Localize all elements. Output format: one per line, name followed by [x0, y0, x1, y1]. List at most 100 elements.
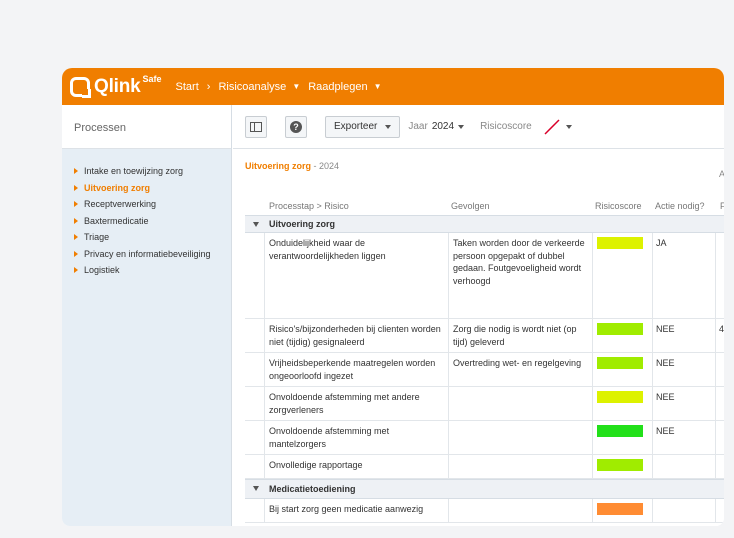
- collapse-triangle-icon: [253, 222, 259, 227]
- caret-down-icon: [458, 124, 465, 129]
- sidebar-item-label: Privacy en informatiebeveiliging: [84, 248, 211, 259]
- risk-score-swatch: [597, 459, 643, 471]
- risk-score-swatch: [597, 323, 643, 335]
- column-header-more[interactable]: F: [720, 201, 724, 211]
- help-button[interactable]: ?: [285, 115, 307, 138]
- column-divider: [448, 421, 449, 454]
- table-row[interactable]: Onduidelijkheid waar de verantwoordelijk…: [245, 233, 724, 319]
- column-divider: [592, 499, 593, 522]
- column-header-consequences[interactable]: Gevolgen: [451, 201, 490, 211]
- sidebar-item-logistiek[interactable]: Logistiek: [62, 262, 231, 279]
- column-divider: [448, 233, 449, 318]
- sidebar-item-receptverwerking[interactable]: Receptverwerking: [62, 196, 231, 213]
- column-divider: [592, 455, 593, 478]
- table-row[interactable]: Bij start zorg geen medicatie aanwezig: [245, 499, 724, 523]
- sidebar-item-label: Uitvoering zorg: [84, 182, 151, 193]
- top-navigation-bar: Qlink Safe Start › Risicoanalyse ▼ Raadpl…: [62, 68, 724, 105]
- caret-right-icon: [74, 168, 78, 175]
- column-divider: [264, 455, 265, 478]
- sidebar-item-privacy[interactable]: Privacy en informatiebeveiliging: [62, 246, 231, 263]
- column-divider: [715, 353, 716, 386]
- nav-risicoanalyse-label: Risicoanalyse: [218, 80, 287, 93]
- logo-superscript: Safe: [142, 73, 162, 84]
- caret-down-icon: [565, 124, 572, 129]
- toggle-sidebar-button[interactable]: [245, 115, 267, 138]
- column-header-action[interactable]: Actie nodig?: [655, 201, 705, 211]
- sidebar-item-label: Receptverwerking: [84, 199, 157, 210]
- caret-right-icon: [74, 250, 78, 257]
- year-label: Jaar: [408, 121, 428, 132]
- process-list: Intake en toewijzing zorg Uitvoering zor…: [62, 149, 231, 279]
- sidebar-item-baxtermedicatie[interactable]: Baxtermedicatie: [62, 213, 231, 230]
- column-header-score[interactable]: Risicoscore: [595, 201, 642, 211]
- nav-raadplegen[interactable]: Raadplegen ▼: [308, 81, 381, 93]
- risk-score-swatch: [597, 391, 643, 403]
- caret-right-icon: [74, 267, 78, 274]
- sidebar-item-label: Intake en toewijzing zorg: [84, 166, 184, 177]
- table-row[interactable]: Vrijheidsbeperkende maatregelen worden o…: [245, 353, 724, 387]
- export-dropdown[interactable]: Exporteer: [325, 115, 401, 138]
- export-label: Exporteer: [334, 121, 378, 132]
- risk-cell: Onvoldoende afstemming met mantelzorgers: [269, 426, 390, 449]
- sidebar-panel-icon: [250, 121, 262, 132]
- column-divider: [715, 421, 716, 454]
- extra-column-header: A: [719, 169, 724, 179]
- column-divider: [652, 353, 653, 386]
- sidebar-item-intake[interactable]: Intake en toewijzing zorg: [62, 163, 231, 180]
- column-divider: [715, 387, 716, 420]
- app-logo[interactable]: Qlink Safe: [70, 73, 162, 98]
- column-divider: [652, 499, 653, 522]
- page-background: Qlink Safe Start › Risicoanalyse ▼ Raadpl…: [0, 0, 734, 538]
- column-divider: [264, 387, 265, 420]
- table-row[interactable]: Onvoldoende afstemming met andere zorgve…: [245, 387, 724, 421]
- extra-cell: 4: [719, 324, 724, 334]
- column-divider: [592, 387, 593, 420]
- column-divider: [715, 499, 716, 522]
- section-title: Uitvoering zorg - 2024: [245, 161, 339, 171]
- chevron-down-icon: ▼: [292, 82, 301, 91]
- nav-start[interactable]: Start: [176, 81, 199, 93]
- column-divider: [715, 233, 716, 318]
- column-header-step[interactable]: Processtap > Risico: [269, 201, 349, 211]
- column-divider: [715, 455, 716, 478]
- risk-cell: Bij start zorg geen medicatie aanwezig: [269, 504, 424, 514]
- year-select[interactable]: 2024: [431, 121, 465, 132]
- sidebar-title: Processen: [62, 105, 231, 149]
- risk-cell: Risico's/bijzonderheden bij clienten wor…: [269, 324, 441, 347]
- caret-down-icon: [385, 124, 392, 129]
- table-row[interactable]: Onvoldoende afstemming met mantelzorgers…: [245, 421, 724, 455]
- action-cell: JA: [656, 238, 667, 248]
- table-row[interactable]: Onvolledige rapportage: [245, 455, 724, 479]
- nav-start-label: Start: [175, 80, 199, 93]
- risk-cell: Onvolledige rapportage: [269, 460, 363, 470]
- column-divider: [448, 499, 449, 522]
- column-divider: [448, 387, 449, 420]
- column-divider: [652, 387, 653, 420]
- no-filter-icon: [544, 118, 560, 135]
- column-divider: [652, 233, 653, 318]
- column-divider: [448, 319, 449, 352]
- group-name: Medicatietoediening: [269, 484, 356, 494]
- column-divider: [448, 353, 449, 386]
- caret-right-icon: [74, 184, 78, 191]
- column-divider: [264, 233, 265, 318]
- year-value: 2024: [431, 121, 455, 132]
- sidebar: Processen Intake en toewijzing zorg Uitv…: [62, 105, 232, 526]
- breadcrumb-separator: ›: [206, 80, 211, 93]
- risk-score-filter[interactable]: [540, 118, 572, 135]
- sidebar-item-uitvoering-zorg[interactable]: Uitvoering zorg: [62, 180, 231, 197]
- column-divider: [264, 353, 265, 386]
- column-divider: [592, 233, 593, 318]
- group-row-uitvoering-zorg[interactable]: Uitvoering zorg: [245, 215, 724, 233]
- risk-cell: Onvoldoende afstemming met andere zorgve…: [269, 392, 420, 415]
- sidebar-item-triage[interactable]: Triage: [62, 229, 231, 246]
- collapse-triangle-icon: [253, 486, 259, 491]
- column-divider: [592, 319, 593, 352]
- risk-cell: Vrijheidsbeperkende maatregelen worden o…: [269, 358, 436, 381]
- column-divider: [264, 499, 265, 522]
- table-row[interactable]: Risico's/bijzonderheden bij clienten wor…: [245, 319, 724, 353]
- nav-risicoanalyse[interactable]: Risicoanalyse ▼: [218, 81, 300, 93]
- risk-table: Uitvoering zorg Onduidelijkheid waar de …: [245, 215, 724, 523]
- toolbar: ? Exporteer Jaar 2024 Risicoscore: [233, 105, 724, 149]
- group-row-medicatietoediening[interactable]: Medicatietoediening: [245, 479, 724, 499]
